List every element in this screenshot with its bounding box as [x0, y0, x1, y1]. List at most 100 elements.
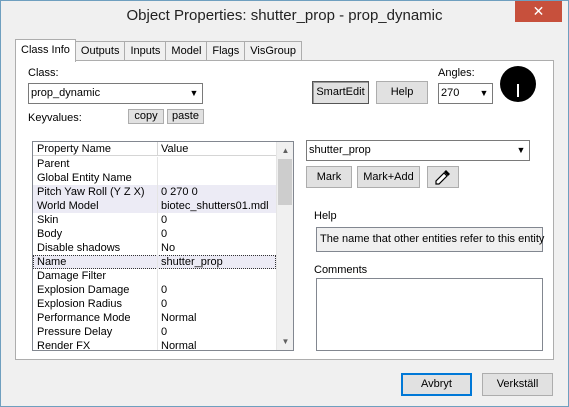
class-label: Class:: [28, 67, 59, 79]
paste-button[interactable]: paste: [167, 109, 204, 124]
grid-scrollbar[interactable]: ▲ ▼: [276, 142, 293, 350]
eyedropper-icon: [435, 170, 450, 185]
column-separator: [157, 283, 158, 297]
property-name: Name: [37, 256, 67, 268]
close-icon: ✕: [532, 3, 545, 19]
mark-add-button[interactable]: Mark+Add: [357, 166, 420, 188]
property-name: Parent: [37, 158, 70, 170]
table-row[interactable]: Performance Mode Normal: [33, 311, 276, 325]
property-value: 0: [161, 214, 168, 226]
angles-value: 270: [441, 87, 460, 99]
help-box: The name that other entities refer to th…: [316, 227, 544, 252]
table-row[interactable]: Explosion Damage 0: [33, 283, 276, 297]
table-row[interactable]: Pressure Delay 0: [33, 325, 276, 339]
property-name: Skin: [37, 214, 59, 226]
angles-combobox[interactable]: 270 ▼: [438, 83, 493, 104]
scroll-thumb[interactable]: [278, 159, 292, 205]
property-name-header[interactable]: Property Name: [37, 142, 111, 156]
table-row[interactable]: Damage Filter: [33, 269, 276, 283]
value-field-text: shutter_prop: [309, 144, 371, 156]
chevron-down-icon: ▼: [516, 145, 526, 155]
property-value: 0: [161, 298, 168, 310]
table-row[interactable]: Body 0: [33, 227, 276, 241]
property-value: Normal: [161, 312, 197, 324]
grid-header: Property Name Value: [33, 142, 276, 156]
keyvalues-grid[interactable]: Property Name Value Parent Global Entity…: [32, 141, 294, 351]
table-row[interactable]: Pitch Yaw Roll (Y Z X) 0 270 0: [33, 185, 276, 199]
smartedit-toggle[interactable]: SmartEdit: [312, 81, 369, 104]
property-value: 0: [161, 326, 168, 338]
value-combobox[interactable]: shutter_prop ▼: [306, 140, 530, 161]
angle-dial-needle: [517, 84, 519, 97]
comments-textarea[interactable]: [316, 278, 543, 351]
property-value: Normal: [161, 340, 197, 351]
tab-outputs[interactable]: Outputs: [74, 41, 126, 61]
property-value: 0 270 0: [161, 186, 198, 198]
tab-inputs[interactable]: Inputs: [124, 41, 167, 61]
object-properties-window: Object Properties: shutter_prop - prop_d…: [0, 0, 569, 407]
help-label: Help: [314, 210, 337, 222]
keyvalues-label: Keyvalues:: [28, 112, 82, 124]
table-row[interactable]: Disable shadows No: [33, 241, 276, 255]
chevron-down-icon: ▼: [189, 88, 199, 98]
property-name: Body: [37, 228, 63, 240]
column-separator: [157, 255, 158, 269]
column-separator: [157, 269, 158, 283]
property-name: Pressure Delay: [37, 326, 113, 338]
property-name: World Model: [37, 200, 99, 212]
property-name: Explosion Damage: [37, 284, 130, 296]
value-header[interactable]: Value: [161, 142, 188, 156]
column-separator: [157, 227, 158, 241]
comments-label: Comments: [314, 264, 368, 276]
table-row[interactable]: Render FX Normal: [33, 339, 276, 351]
property-name: Global Entity Name: [37, 172, 132, 184]
column-separator: [157, 325, 158, 339]
table-row[interactable]: World Model biotec_shutters01.mdl: [33, 199, 276, 213]
column-separator: [157, 213, 158, 227]
class-combobox[interactable]: prop_dynamic ▼: [28, 83, 203, 104]
column-separator: [157, 171, 158, 185]
apply-button[interactable]: Verkställ: [482, 373, 553, 396]
column-separator: [157, 157, 158, 171]
scroll-up-icon[interactable]: ▲: [277, 142, 293, 159]
help-button[interactable]: Help: [376, 81, 428, 104]
window-title: Object Properties: shutter_prop - prop_d…: [126, 7, 443, 24]
property-name: Disable shadows: [37, 242, 121, 254]
property-value: biotec_shutters01.mdl: [161, 200, 269, 212]
property-value: No: [161, 242, 176, 254]
property-name: Performance Mode: [37, 312, 131, 324]
tab-visgroup[interactable]: VisGroup: [244, 41, 302, 61]
copy-button[interactable]: copy: [128, 109, 164, 124]
tab-class-info[interactable]: Class Info: [15, 39, 76, 62]
property-value: 0: [161, 284, 168, 296]
property-name: Pitch Yaw Roll (Y Z X): [37, 186, 145, 198]
column-separator: [157, 199, 158, 213]
angle-dial[interactable]: [500, 66, 536, 102]
table-row-selected[interactable]: Name shutter_prop: [33, 255, 276, 269]
property-value: shutter_prop: [161, 256, 223, 268]
column-separator: [157, 297, 158, 311]
column-separator: [157, 241, 158, 255]
class-value: prop_dynamic: [31, 87, 101, 99]
table-row[interactable]: Parent: [33, 157, 276, 171]
eyedropper-button[interactable]: [427, 166, 459, 188]
close-button[interactable]: ✕: [515, 1, 562, 22]
column-separator: [157, 185, 158, 199]
chevron-down-icon: ▼: [479, 88, 489, 98]
tab-bar: Class Info Outputs Inputs Model Flags Vi…: [15, 39, 302, 62]
header-separator: [157, 142, 158, 156]
property-name: Damage Filter: [37, 270, 107, 282]
property-name: Explosion Radius: [37, 298, 122, 310]
property-name: Render FX: [37, 340, 91, 351]
table-row[interactable]: Explosion Radius 0: [33, 297, 276, 311]
tab-flags[interactable]: Flags: [206, 41, 246, 61]
cancel-button[interactable]: Avbryt: [401, 373, 472, 396]
mark-button[interactable]: Mark: [306, 166, 352, 188]
table-row[interactable]: Skin 0: [33, 213, 276, 227]
tab-model[interactable]: Model: [165, 41, 208, 61]
angles-label: Angles:: [438, 67, 475, 79]
scroll-down-icon[interactable]: ▼: [277, 333, 293, 350]
column-separator: [157, 311, 158, 325]
table-row[interactable]: Global Entity Name: [33, 171, 276, 185]
title-bar: Object Properties: shutter_prop - prop_d…: [1, 1, 568, 32]
